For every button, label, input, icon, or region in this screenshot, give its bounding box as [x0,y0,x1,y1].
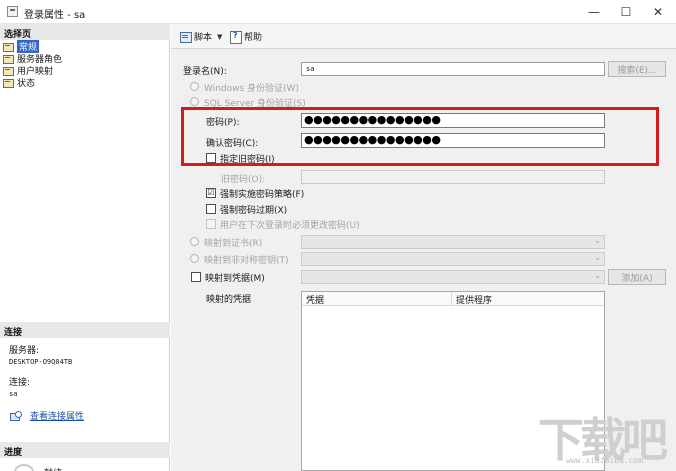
app-icon [7,6,18,17]
progress-header: 进度 [0,442,170,458]
must-change-label: 用户在下次登录时必须更改密码(U) [220,221,360,231]
title-bar: 登录属性 - sa — ☐ ✕ [0,0,676,24]
mapped-credentials-label: 映射的凭据 [206,295,252,305]
window-title: 登录属性 - sa [24,10,86,21]
toolbar: 脚本 ▼ 帮助 [171,24,676,49]
connection-value: sa [9,390,18,398]
enforce-policy-label: 强制实施密码策略(F) [220,190,305,200]
map-certificate-radio[interactable] [190,237,199,246]
map-credential-checkbox[interactable] [191,272,201,282]
login-name-input[interactable]: sa [301,62,605,76]
nav-item-user-mapping[interactable]: 用户映射 [3,65,62,77]
page-icon [3,78,14,88]
nav-item-label: 状态 [17,79,36,89]
certificate-select[interactable]: ⌄ [301,235,605,249]
progress-spinner-icon [14,464,34,471]
must-change-checkbox[interactable] [206,219,216,229]
connection-properties-icon [10,410,22,421]
nav-item-status[interactable]: 状态 [3,77,62,89]
grid-header-credential[interactable]: 凭据 [302,292,452,306]
chevron-down-icon: ⌄ [594,253,601,262]
page-icon [3,42,14,52]
map-credential-label: 映射到凭据(M) [205,274,265,284]
watermark-logo: 下载吧 www.xiazaiba.com [538,404,668,467]
chevron-down-icon[interactable]: ▼ [217,33,222,41]
sql-auth-radio[interactable] [190,97,199,106]
script-icon [180,31,192,43]
connection-header: 连接 [0,322,170,338]
enforce-expiration-checkbox[interactable] [206,204,216,214]
asymmetric-key-select[interactable]: ⌄ [301,252,605,266]
progress-status: 就绪 [44,466,62,471]
map-certificate-label: 映射到证书(R) [204,239,263,249]
windows-auth-radio[interactable] [190,82,199,91]
chevron-down-icon: ⌄ [594,271,601,280]
enforce-policy-checkbox[interactable]: ☑ [206,188,216,198]
close-button[interactable]: ✕ [642,0,674,24]
server-value: DESKTOP-O9Q04TB [9,358,73,366]
map-asymmetric-key-label: 映射到非对称密钥(T) [204,256,289,266]
windows-auth-label: Windows 身份验证(W) [204,84,299,94]
old-password-input[interactable] [301,170,605,184]
nav-item-server-roles[interactable]: 服务器角色 [3,53,62,65]
help-label: 帮助 [244,33,263,43]
page-icon [3,54,14,64]
help-icon [230,31,242,44]
script-button[interactable]: 脚本 ▼ [180,30,222,43]
connection-info: 连接: sa [9,378,30,400]
select-page-header: 选择页 [0,24,170,40]
help-button[interactable]: 帮助 [230,30,263,44]
highlight-box [181,107,659,166]
chevron-down-icon: ⌄ [594,236,601,245]
watermark-url: www.xiazaiba.com [566,456,644,465]
credential-select[interactable]: ⌄ [301,270,605,284]
page-icon [3,66,14,76]
view-connection-properties[interactable]: 查看连接属性 [10,409,84,422]
server-info: 服务器: DESKTOP-O9Q04TB [9,346,72,368]
page-nav-list: 常规 服务器角色 用户映射 状态 [3,40,62,89]
minimize-button[interactable]: — [578,0,610,24]
grid-header: 凭据 提供程序 [302,292,604,306]
server-label: 服务器: [9,346,40,356]
view-connection-link[interactable]: 查看连接属性 [30,409,84,422]
connection-label: 连接: [9,378,31,388]
script-label: 脚本 [194,33,213,43]
grid-header-provider[interactable]: 提供程序 [452,292,604,306]
maximize-button[interactable]: ☐ [610,0,642,24]
map-asymmetric-key-radio[interactable] [190,254,199,263]
add-credential-button[interactable]: 添加(A) [608,269,666,285]
old-password-label: 旧密码(O): [221,175,266,185]
nav-item-general[interactable]: 常规 [3,40,62,53]
enforce-expiration-label: 强制密码过期(X) [220,206,288,216]
left-pane: 选择页 常规 服务器角色 用户映射 状态 连接 服务器: DESKTOP-O9Q… [0,24,170,471]
login-name-label: 登录名(N): [183,67,227,77]
search-button[interactable]: 搜索(E)... [608,61,666,77]
